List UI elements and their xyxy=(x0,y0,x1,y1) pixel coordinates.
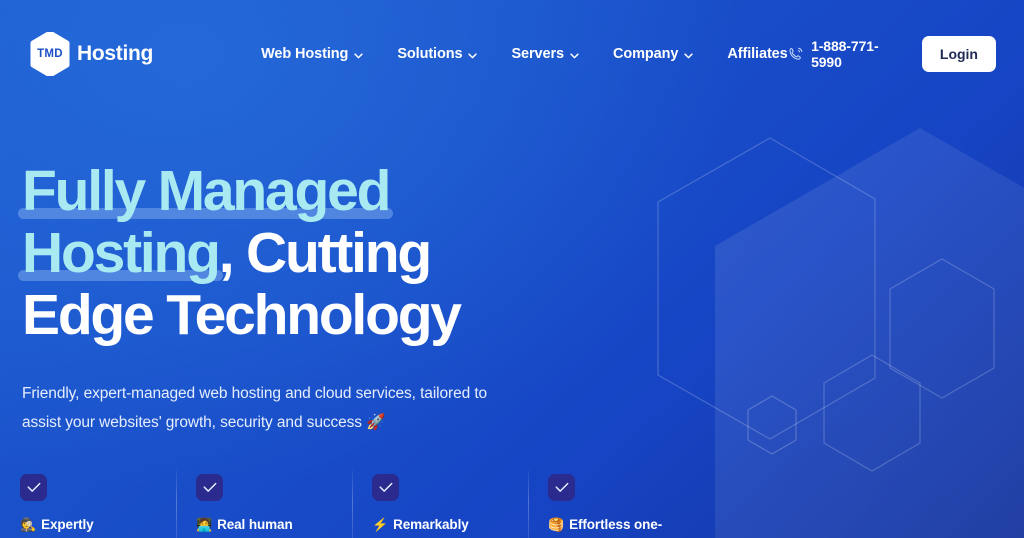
nav-label: Servers xyxy=(511,46,564,62)
nav-menu: Web Hosting Solutions Servers Company Af… xyxy=(261,46,788,62)
feature-list: 🕵️ Expertly 🧑‍💻 Real human ⚡ xyxy=(0,470,1024,538)
headline-accent-line-2: Hosting xyxy=(22,221,221,285)
check-icon-box xyxy=(372,474,399,501)
headline-rest-line-2: Edge Technology xyxy=(22,283,462,347)
page-title: Fully Managed Hosting, Cutting Edge Tech… xyxy=(22,160,582,346)
check-icon-box xyxy=(196,474,223,501)
nav-item-affiliates[interactable]: Affiliates xyxy=(727,46,787,62)
chevron-down-icon xyxy=(684,52,694,58)
hero-subheading: Friendly, expert-managed web hosting and… xyxy=(22,385,488,431)
nav-label: Web Hosting xyxy=(261,46,349,62)
login-button[interactable]: Login xyxy=(921,36,996,72)
hero-page: TMD Hosting Web Hosting Solutions Server… xyxy=(0,0,1024,538)
nav-item-company[interactable]: Company xyxy=(612,46,694,62)
check-icon xyxy=(555,482,568,492)
nav-label: Company xyxy=(612,46,679,62)
chevron-down-icon xyxy=(468,52,478,58)
nav-item-web-hosting[interactable]: Web Hosting xyxy=(261,46,363,62)
lightning-icon: ⚡ xyxy=(372,517,389,532)
hexagon-outline-medium-bottom xyxy=(823,354,921,472)
phone-number: 1-888-771-5990 xyxy=(811,38,879,70)
nav-item-servers[interactable]: Servers xyxy=(511,46,579,62)
nav-item-solutions[interactable]: Solutions xyxy=(397,46,478,62)
nav-label: Solutions xyxy=(397,46,463,62)
logo-mark-text: TMD xyxy=(37,48,63,60)
hero-section: Fully Managed Hosting, Cutting Edge Tech… xyxy=(22,160,582,437)
check-icon xyxy=(27,482,40,492)
feature-text: Remarkably xyxy=(393,517,469,532)
brand-logo[interactable]: TMD Hosting xyxy=(30,32,153,76)
phone-link[interactable]: 1-888-771-5990 xyxy=(788,38,906,70)
hexagon-outline-medium-right xyxy=(889,258,995,399)
nav-label: Affiliates xyxy=(727,46,788,62)
feature-item-expertly: 🕵️ Expertly xyxy=(0,474,176,532)
feature-text: Expertly xyxy=(41,517,94,532)
chevron-down-icon xyxy=(354,52,363,58)
nav-right-actions: 1-888-771-5990 Login xyxy=(788,36,996,72)
check-icon-box xyxy=(548,474,575,501)
brand-name-text: Hosting xyxy=(77,42,154,65)
chevron-down-icon xyxy=(570,52,579,58)
logo-hexagon-icon: TMD xyxy=(30,32,70,76)
feature-item-remarkably: ⚡ Remarkably xyxy=(352,470,528,538)
check-icon-box xyxy=(20,474,47,501)
feature-item-effortless: 🥞 Effortless one- xyxy=(528,470,704,538)
feature-text: Real human xyxy=(217,517,293,532)
headline-accent-line-1: Fully Managed xyxy=(22,159,391,223)
feature-label: 🧑‍💻 Real human xyxy=(196,517,352,532)
feature-label: ⚡ Remarkably xyxy=(372,517,528,532)
headline-rest-line-1: , Cutting xyxy=(218,221,432,285)
feature-item-real-human: 🧑‍💻 Real human xyxy=(176,470,352,538)
check-icon xyxy=(203,482,216,492)
hexagon-outline-small xyxy=(747,395,797,455)
person-computer-icon: 🧑‍💻 xyxy=(196,517,213,532)
phone-icon xyxy=(789,47,802,60)
check-icon xyxy=(379,482,392,492)
feature-text: Effortless one- xyxy=(569,517,663,532)
feature-label: 🕵️ Expertly xyxy=(20,517,176,532)
hexagon-outline-large xyxy=(657,137,876,440)
feature-label: 🥞 Effortless one- xyxy=(548,517,704,532)
top-navigation-bar: TMD Hosting Web Hosting Solutions Server… xyxy=(0,0,1024,108)
stack-icon: 🥞 xyxy=(548,517,565,532)
detective-icon: 🕵️ xyxy=(20,517,37,532)
